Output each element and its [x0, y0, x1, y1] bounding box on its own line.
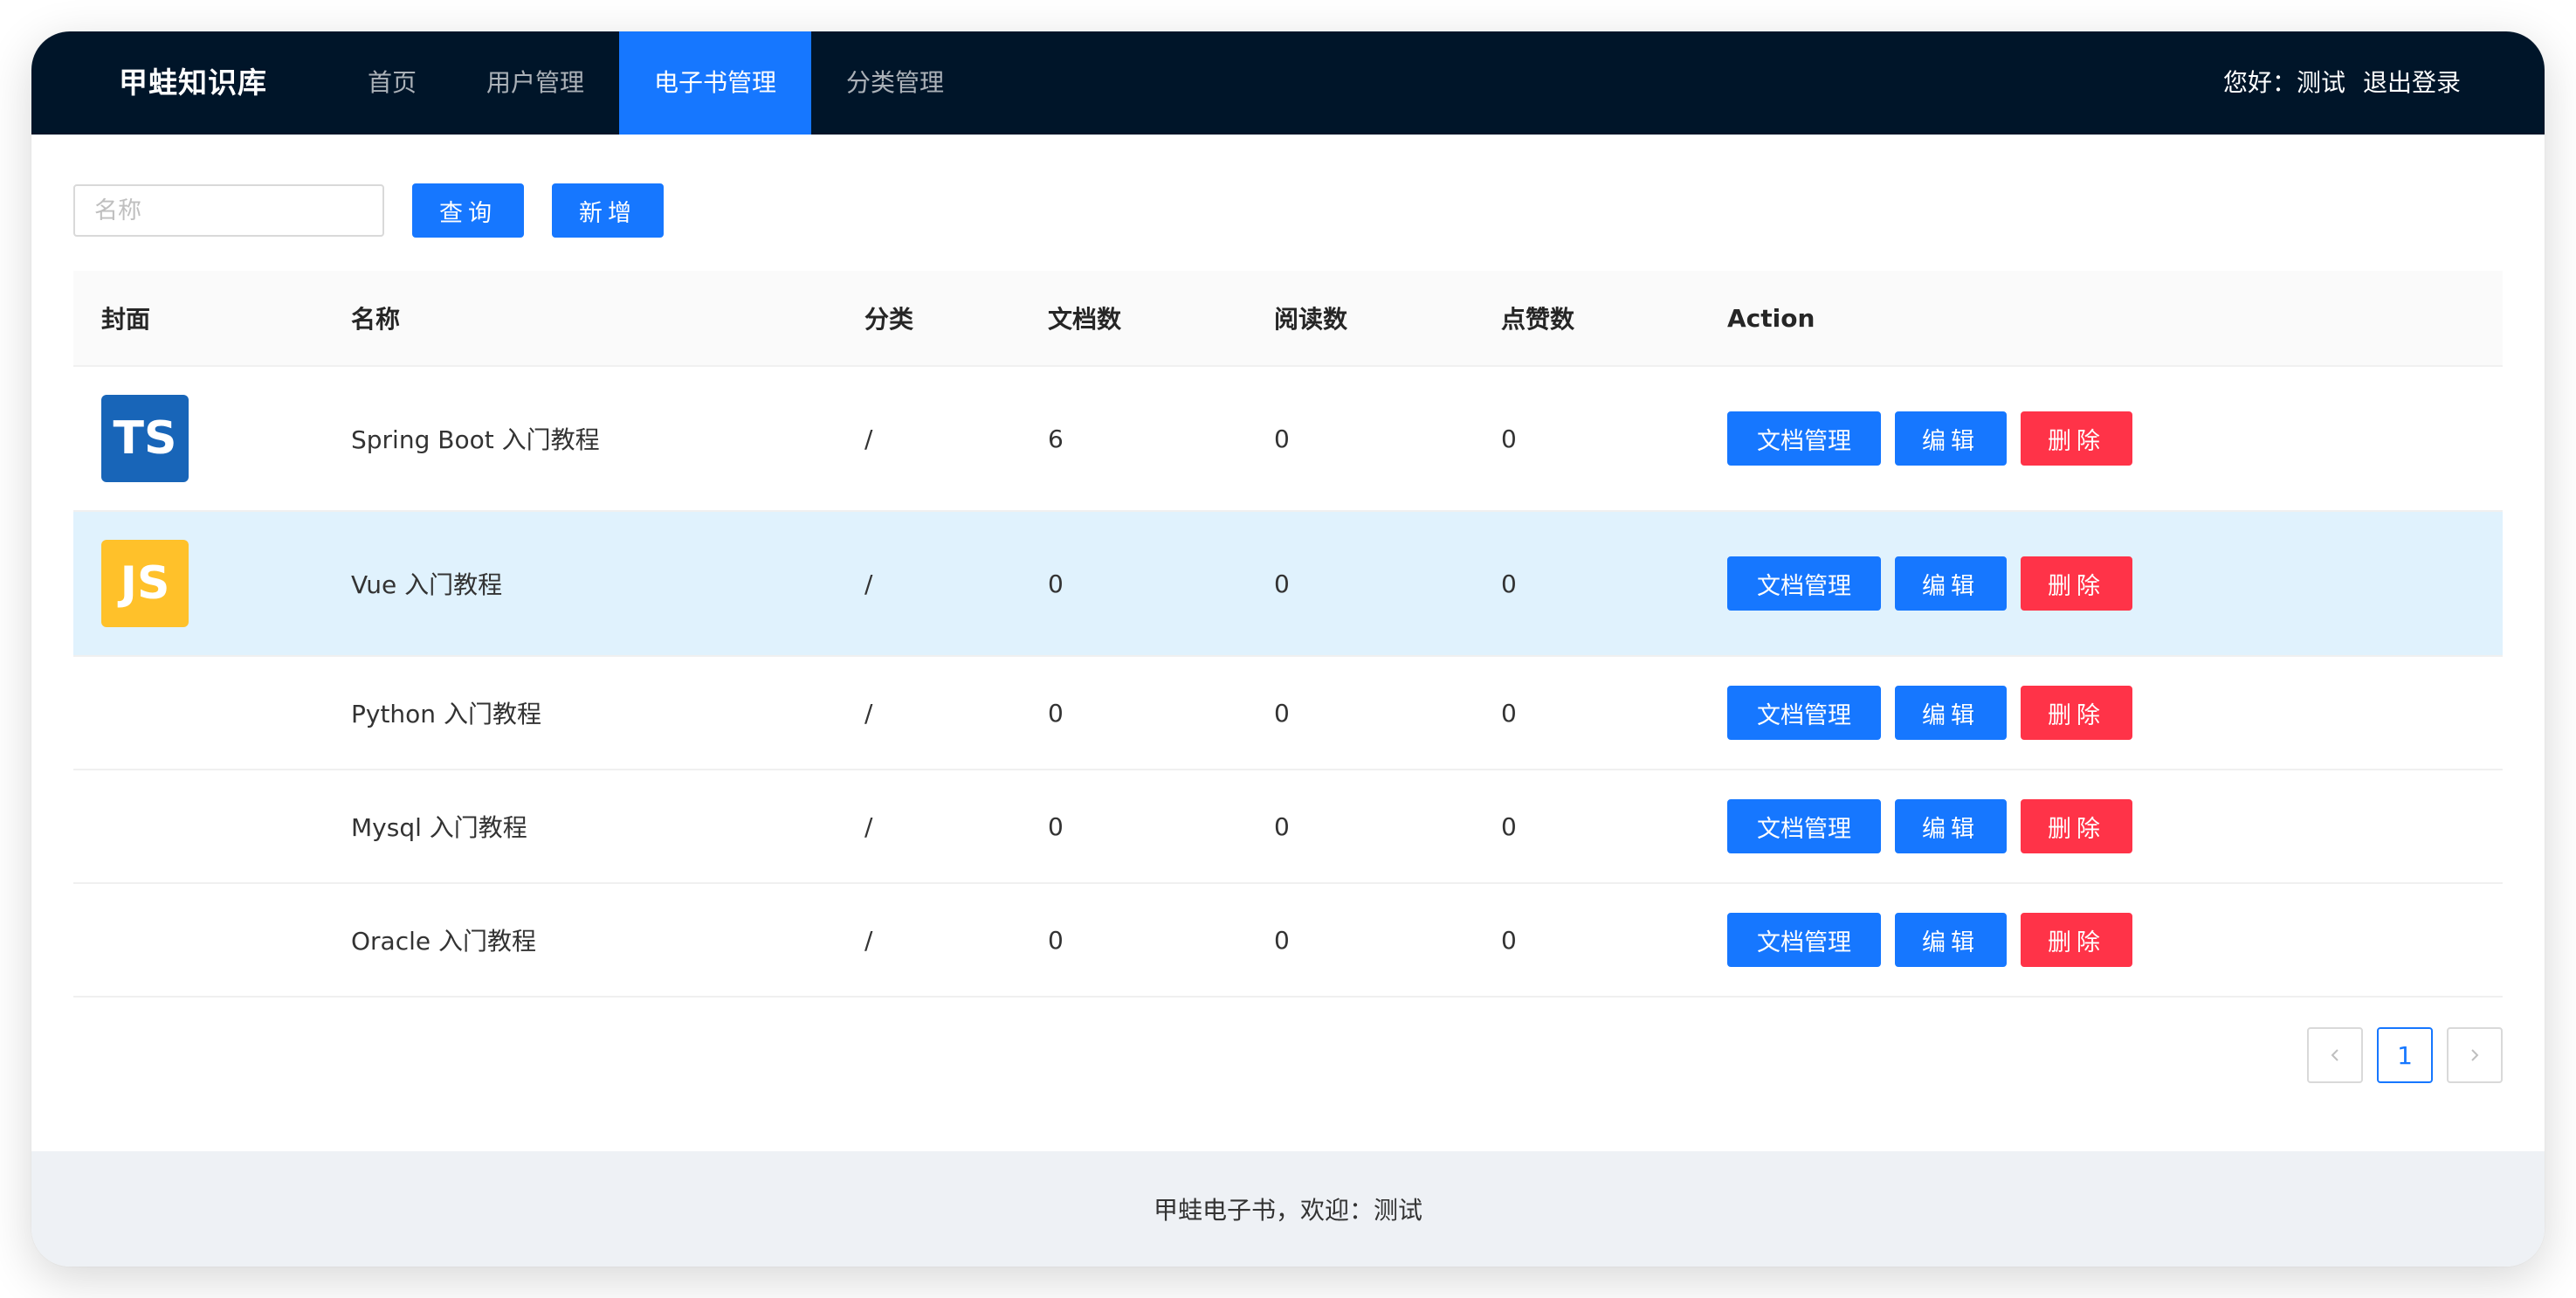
column-header-cover: 封面 [101, 305, 151, 334]
page-number-button[interactable]: 1 [2377, 1027, 2433, 1083]
pagination: 1 [2293, 1027, 2503, 1083]
delete-button[interactable]: 删除 [2021, 686, 2132, 740]
table-row: Python 入门教程 / 0 0 0 文档管理 编辑 删除 [73, 657, 2503, 770]
column-header-doc-count: 文档数 [1048, 305, 1122, 334]
user-greeting: 您好：测试 [2222, 68, 2345, 97]
delete-button[interactable]: 删除 [2021, 556, 2132, 611]
doc-manage-button[interactable]: 文档管理 [1727, 411, 1881, 466]
ebook-vote-count: 0 [1501, 698, 1517, 728]
site-logo[interactable]: 甲蛙知识库 [119, 31, 267, 135]
logout-link[interactable]: 退出登录 [2363, 68, 2461, 97]
delete-button[interactable]: 删除 [2021, 913, 2132, 967]
table-header: 封面 名称 分类 文档数 阅读数 点赞数 Action [73, 271, 2503, 367]
ebook-category: / [864, 698, 873, 728]
name-search-input[interactable] [73, 184, 384, 237]
ebook-name: Oracle 入门教程 [351, 927, 537, 956]
ebook-table: 封面 名称 分类 文档数 阅读数 点赞数 Action TS Spring Bo… [73, 271, 2503, 998]
ebook-doc-count: 0 [1048, 811, 1064, 841]
edit-button[interactable]: 编辑 [1895, 913, 2007, 967]
ebook-category: / [864, 569, 873, 598]
ebook-vote-count: 0 [1501, 424, 1517, 453]
delete-button[interactable]: 删除 [2021, 411, 2132, 466]
table-row: JS Vue 入门教程 / 0 0 0 文档管理 编辑 删除 [73, 512, 2503, 657]
javascript-cover-icon: JS [101, 540, 189, 627]
doc-manage-button[interactable]: 文档管理 [1727, 556, 1881, 611]
nav-item-ebook-management[interactable]: 电子书管理 [619, 31, 812, 135]
ebook-doc-count: 0 [1048, 925, 1064, 955]
row-actions: 文档管理 编辑 删除 [1727, 411, 2132, 466]
ebook-view-count: 0 [1274, 569, 1290, 598]
add-button[interactable]: 新增 [552, 183, 664, 238]
column-header-category: 分类 [864, 305, 914, 334]
doc-manage-button[interactable]: 文档管理 [1727, 686, 1881, 740]
footer-text: 甲蛙电子书，欢迎：测试 [1153, 1196, 1422, 1225]
query-button[interactable]: 查询 [412, 183, 524, 238]
row-actions: 文档管理 编辑 删除 [1727, 913, 2132, 967]
column-header-name: 名称 [351, 305, 401, 334]
ebook-name: Mysql 入门教程 [351, 813, 527, 842]
ebook-view-count: 0 [1274, 424, 1290, 453]
delete-button[interactable]: 删除 [2021, 799, 2132, 853]
ebook-name: Spring Boot 入门教程 [351, 425, 600, 454]
row-actions: 文档管理 编辑 删除 [1727, 799, 2132, 853]
prev-page-button[interactable] [2307, 1027, 2363, 1083]
ebook-vote-count: 0 [1501, 569, 1517, 598]
page-footer: 甲蛙电子书，欢迎：测试 [31, 1151, 2545, 1267]
doc-manage-button[interactable]: 文档管理 [1727, 913, 1881, 967]
row-actions: 文档管理 编辑 删除 [1727, 556, 2132, 611]
typescript-cover-icon: TS [101, 395, 189, 482]
column-header-view-count: 阅读数 [1274, 305, 1348, 334]
table-row: Mysql 入门教程 / 0 0 0 文档管理 编辑 删除 [73, 770, 2503, 884]
ebook-category: / [864, 925, 873, 955]
chevron-right-icon [2471, 1049, 2479, 1061]
ebook-doc-count: 6 [1048, 424, 1064, 453]
ebook-doc-count: 0 [1048, 569, 1064, 598]
edit-button[interactable]: 编辑 [1895, 686, 2007, 740]
column-header-action: Action [1727, 303, 1815, 333]
ebook-vote-count: 0 [1501, 811, 1517, 841]
nav-item-home[interactable]: 首页 [333, 31, 451, 135]
ebook-category: / [864, 811, 873, 841]
nav-item-category-management[interactable]: 分类管理 [811, 31, 979, 135]
ebook-name: Python 入门教程 [351, 700, 541, 728]
next-page-button[interactable] [2447, 1027, 2503, 1083]
top-header: 甲蛙知识库 首页 用户管理 电子书管理 分类管理 您好：测试 退出登录 [31, 31, 2545, 135]
nav-item-user-management[interactable]: 用户管理 [451, 31, 619, 135]
app-window: 甲蛙知识库 首页 用户管理 电子书管理 分类管理 您好：测试退出登录 查询 新增… [31, 31, 2545, 1267]
chevron-left-icon [2331, 1049, 2338, 1061]
ebook-doc-count: 0 [1048, 698, 1064, 728]
user-area: 您好：测试 退出登录 [2223, 31, 2461, 135]
table-row: Oracle 入门教程 / 0 0 0 文档管理 编辑 删除 [73, 884, 2503, 998]
ebook-category: / [864, 424, 873, 453]
ebook-view-count: 0 [1274, 925, 1290, 955]
ebook-view-count: 0 [1274, 811, 1290, 841]
table-row: TS Spring Boot 入门教程 / 6 0 0 文档管理 编辑 删除 [73, 367, 2503, 512]
main-nav: 首页 用户管理 电子书管理 分类管理 [333, 31, 979, 135]
column-header-vote-count: 点赞数 [1501, 305, 1575, 334]
row-actions: 文档管理 编辑 删除 [1727, 686, 2132, 740]
ebook-vote-count: 0 [1501, 925, 1517, 955]
search-toolbar: 查询 新增 [73, 183, 664, 238]
edit-button[interactable]: 编辑 [1895, 411, 2007, 466]
doc-manage-button[interactable]: 文档管理 [1727, 799, 1881, 853]
edit-button[interactable]: 编辑 [1895, 556, 2007, 611]
ebook-name: Vue 入门教程 [351, 570, 503, 599]
ebook-view-count: 0 [1274, 698, 1290, 728]
edit-button[interactable]: 编辑 [1895, 799, 2007, 853]
